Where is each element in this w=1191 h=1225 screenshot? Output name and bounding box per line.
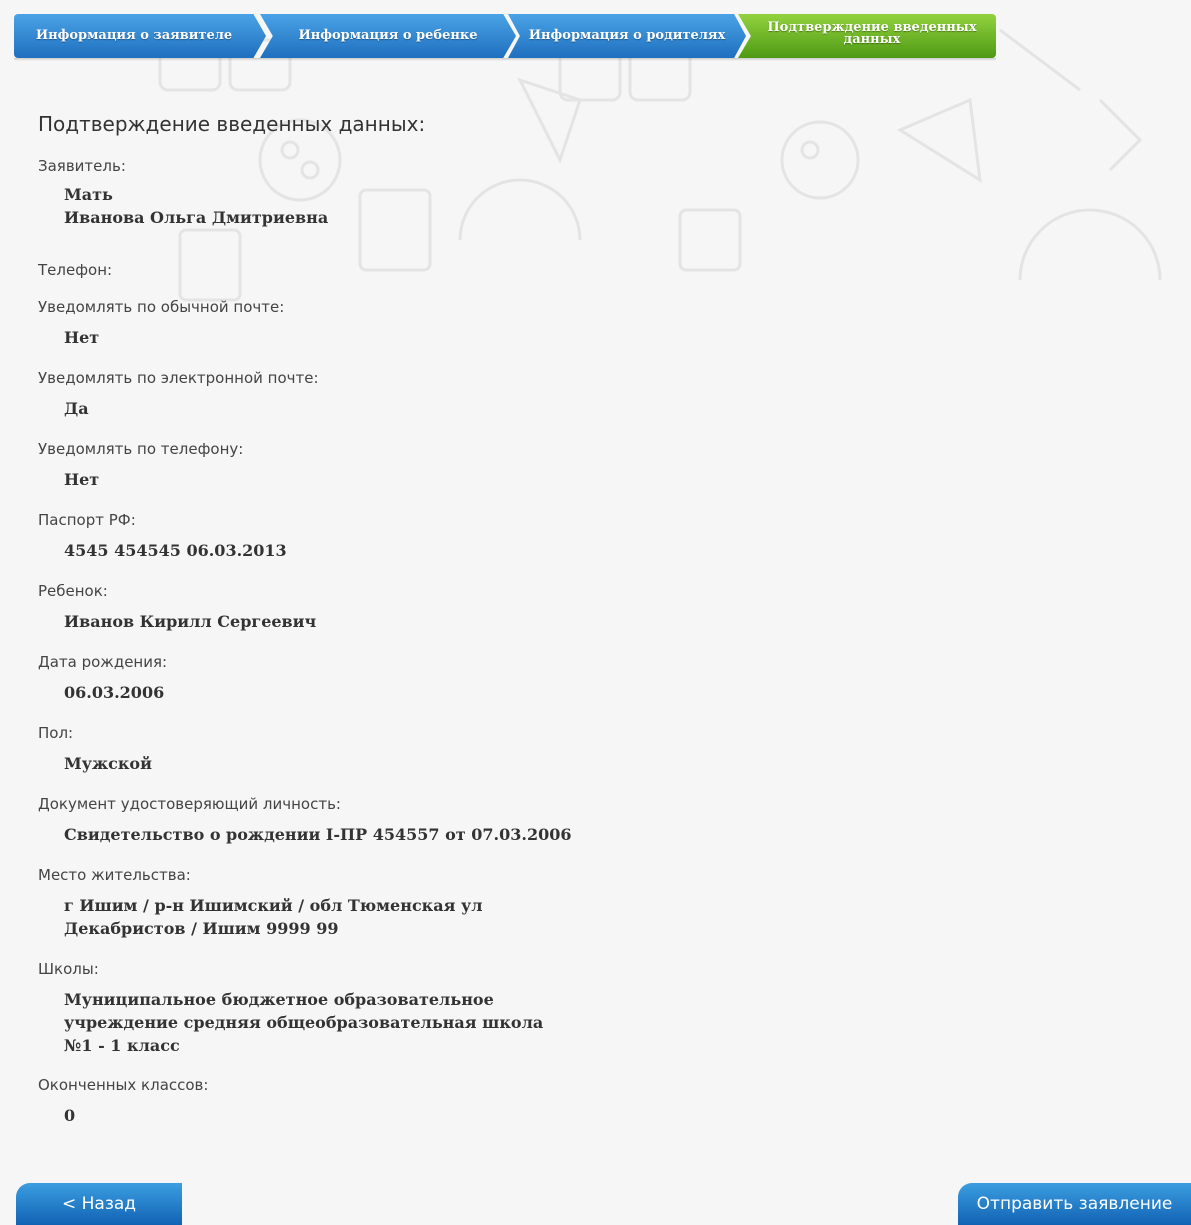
- field-passport: Паспорт РФ: 4545 454545 06.03.2013: [38, 510, 738, 581]
- field-label: Ребенок:: [38, 582, 108, 600]
- field-phone-notify: Уведомлять по телефону: Нет: [38, 439, 738, 510]
- field-value: Да: [64, 399, 89, 418]
- field-value: г Ишим / р-н Ишимский / обл Тюменская ул…: [64, 896, 483, 938]
- field-label: Паспорт РФ:: [38, 511, 136, 529]
- field-post-notify: Уведомлять по обычной почте: Нет: [38, 297, 738, 368]
- field-label: Уведомлять по телефону:: [38, 440, 244, 458]
- field-label: Уведомлять по обычной почте:: [38, 298, 285, 316]
- field-value: Иванов Кирилл Сергеевич: [64, 612, 317, 631]
- field-label: Заявитель:: [38, 157, 126, 175]
- submit-application-button[interactable]: Отправить заявление: [958, 1183, 1191, 1225]
- field-label: Телефон:: [38, 261, 113, 279]
- field-label: Место жительства:: [38, 866, 191, 884]
- field-value: Мужской: [64, 754, 152, 773]
- field-value: 0: [64, 1106, 76, 1125]
- field-email-notify: Уведомлять по электронной почте: Да: [38, 368, 738, 439]
- confirmation-fields: Заявитель: Мать Иванова Ольга Дмитриевна…: [38, 156, 738, 1135]
- wizard-steps: Информация о заявителе Информация о ребе…: [14, 14, 996, 61]
- field-label: Школы:: [38, 960, 99, 978]
- field-label: Документ удостоверяющий личность:: [38, 795, 341, 813]
- wizard-step-parents[interactable]: Информация о родителях: [508, 14, 746, 58]
- field-birth-date: Дата рождения: 06.03.2006: [38, 652, 738, 723]
- field-value: Свидетельство о рождении I-ПР 454557 от …: [64, 825, 572, 844]
- field-value: 06.03.2006: [64, 683, 165, 702]
- field-completed-grades: Оконченных классов: 0: [38, 1075, 738, 1135]
- back-button[interactable]: < Назад: [16, 1183, 182, 1225]
- wizard-step-applicant[interactable]: Информация о заявителе: [14, 14, 266, 58]
- field-value: Нет: [64, 470, 100, 489]
- field-label: Дата рождения:: [38, 653, 168, 671]
- field-value: Мать Иванова Ольга Дмитриевна: [64, 185, 329, 227]
- field-value: Нет: [64, 328, 100, 347]
- field-value: 4545 454545 06.03.2013: [64, 541, 287, 560]
- field-phone: Телефон:: [38, 260, 738, 297]
- field-value: Муниципальное бюджетное образовательное …: [64, 990, 544, 1055]
- field-label: Пол:: [38, 724, 74, 742]
- field-gender: Пол: Мужской: [38, 723, 738, 794]
- field-label: Уведомлять по электронной почте:: [38, 369, 319, 387]
- field-child: Ребенок: Иванов Кирилл Сергеевич: [38, 581, 738, 652]
- field-applicant: Заявитель: Мать Иванова Ольга Дмитриевна: [38, 156, 738, 260]
- field-identity-document: Документ удостоверяющий личность: Свидет…: [38, 794, 738, 865]
- field-residence: Место жительства: г Ишим / р-н Ишимский …: [38, 865, 738, 959]
- field-schools: Школы: Муниципальное бюджетное образоват…: [38, 959, 738, 1075]
- wizard-step-confirmation: Подтверждение введенных данных: [738, 14, 996, 58]
- wizard-shadow: [14, 58, 996, 61]
- field-label: Оконченных классов:: [38, 1076, 209, 1094]
- wizard-step-child[interactable]: Информация о ребенке: [260, 14, 516, 58]
- page-title: Подтверждение введенных данных:: [38, 112, 426, 136]
